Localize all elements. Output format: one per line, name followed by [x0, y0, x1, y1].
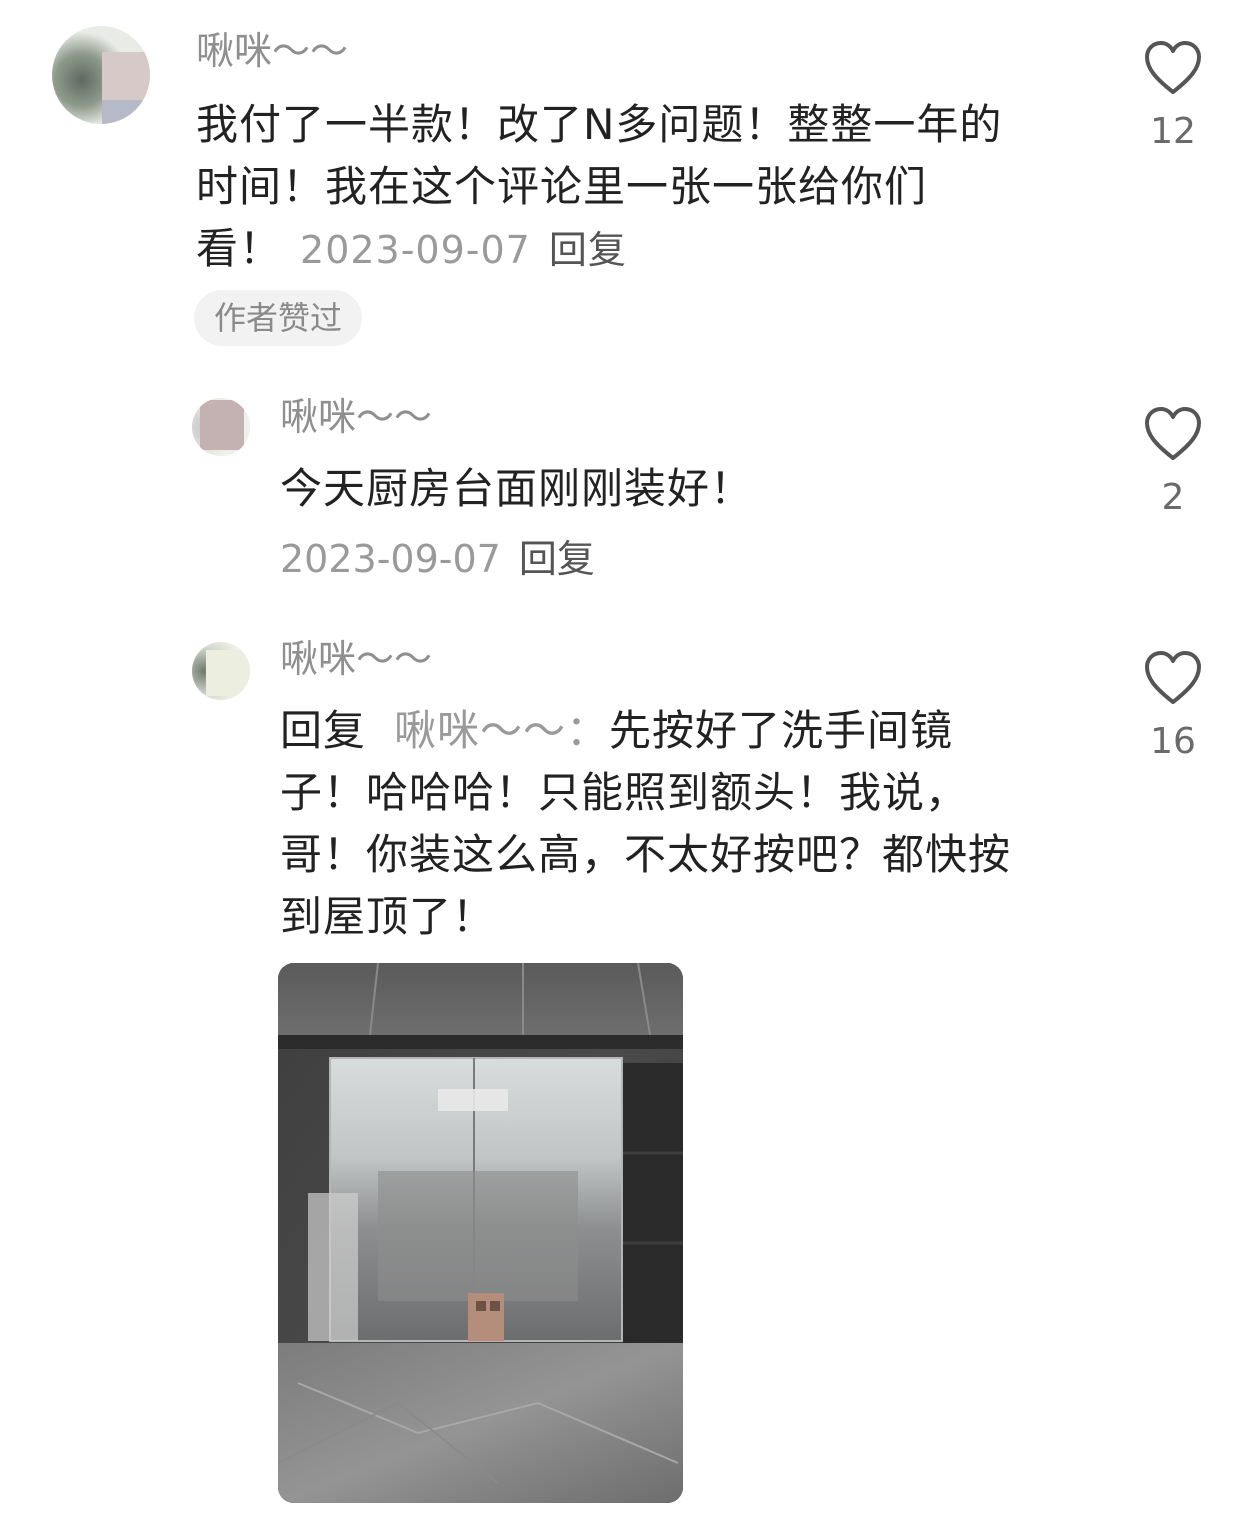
comment-text-line: 子！哈哈哈！只能照到额头！我说，: [280, 768, 969, 817]
username[interactable]: 啾咪～～: [196, 32, 348, 70]
comment-text-line-start: 先按好了洗手间镜: [609, 706, 954, 755]
comment-text-line: 看！ 2023-09-07 回复: [196, 218, 1096, 281]
avatar-pixel: [102, 100, 150, 124]
mirror-cabinet-photo: [278, 963, 683, 1503]
comment-date: 2023-09-07: [280, 537, 501, 581]
heart-outline-icon: [1145, 651, 1201, 704]
heart-outline-icon: [1145, 41, 1201, 94]
username[interactable]: 啾咪～～: [280, 398, 432, 436]
avatar-pixel: [200, 400, 244, 450]
reply-prefix: 回复: [280, 706, 367, 755]
like-button[interactable]: 2: [1133, 406, 1213, 516]
comment-text-line-end: 看！: [196, 224, 283, 273]
comment-date: 2023-09-07: [300, 228, 531, 272]
comment-photo[interactable]: [278, 963, 683, 1503]
comment-meta: 2023-09-07 回复: [280, 540, 595, 578]
comment-text: 回复 啾咪～～：先按好了洗手间镜 子！哈哈哈！只能照到额头！我说， 哥！你装这么高…: [280, 700, 1100, 948]
comment-text-line: 时间！我在这个评论里一张一张给你们: [196, 162, 928, 211]
avatar[interactable]: [192, 398, 250, 456]
heart-outline-icon: [1145, 407, 1201, 460]
reply-target-username[interactable]: 啾咪～～：: [394, 706, 609, 755]
avatar-pixel: [102, 52, 150, 100]
reply-button[interactable]: 回复: [519, 537, 595, 581]
like-count: 2: [1161, 477, 1185, 518]
avatar[interactable]: [192, 642, 250, 700]
comment-text: 今天厨房台面刚刚装好！: [280, 464, 754, 513]
author-liked-badge: 作者赞过: [194, 290, 363, 346]
comment-text-line: 回复 啾咪～～：先按好了洗手间镜: [280, 700, 1100, 762]
like-count: 16: [1150, 721, 1196, 762]
like-count: 12: [1150, 111, 1196, 152]
like-button[interactable]: 12: [1133, 40, 1213, 150]
comment-text-line: 我付了一半款！改了N多问题！整整一年的: [196, 100, 1003, 149]
like-button[interactable]: 16: [1133, 650, 1213, 760]
comment-text-line: 哥！你装这么高，不太好按吧？都快按: [280, 830, 1012, 879]
avatar-pixel: [206, 650, 250, 696]
comment-text-line: 到屋顶了！: [280, 892, 496, 941]
comment-text: 我付了一半款！改了N多问题！整整一年的 时间！我在这个评论里一张一张给你们 看！…: [196, 94, 1096, 281]
username[interactable]: 啾咪～～: [280, 640, 432, 678]
reply-button[interactable]: 回复: [549, 228, 627, 272]
avatar[interactable]: [52, 26, 150, 124]
